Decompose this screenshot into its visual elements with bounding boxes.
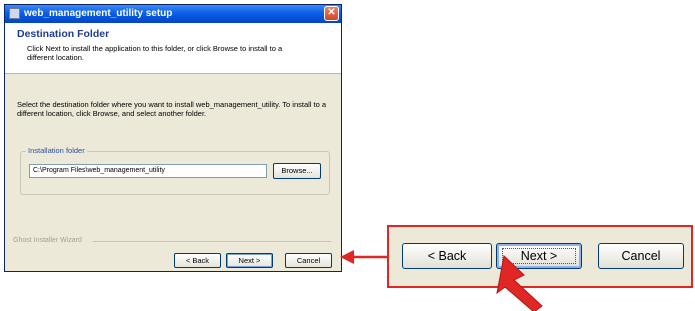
connector-arrow [340, 250, 387, 264]
annotation-overlay [340, 250, 543, 311]
pointer-arrow [496, 255, 543, 311]
